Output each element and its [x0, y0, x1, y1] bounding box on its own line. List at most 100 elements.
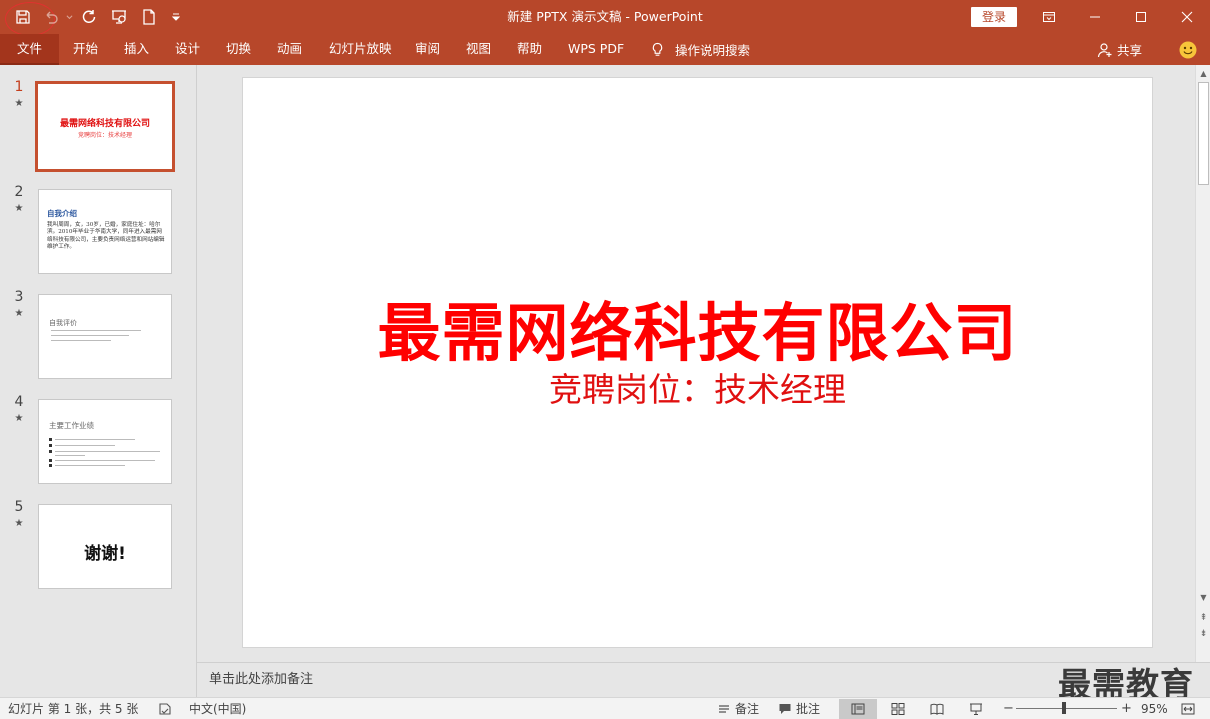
new-document-icon — [143, 9, 155, 25]
vertical-scrollbar[interactable]: ▲ ▼ ⇞ ⇟ — [1195, 65, 1210, 662]
tab-wps-pdf[interactable]: WPS PDF — [568, 34, 624, 65]
zoom-in-button[interactable]: + — [1121, 698, 1132, 719]
zoom-slider-thumb[interactable] — [1062, 702, 1066, 714]
slide-number: 4 — [14, 394, 24, 410]
ribbon-display-icon — [1043, 12, 1055, 22]
customize-dropdown-icon — [172, 13, 180, 21]
slide-subtitle[interactable]: 竞聘岗位：技术经理 — [243, 363, 1152, 411]
comments-label: 批注 — [796, 702, 821, 716]
comments-button[interactable]: 批注 — [778, 698, 820, 719]
status-bar: 幻灯片 第 1 张，共 5 张 中文(中国) 备注 批注 − + 95% — [0, 697, 1210, 719]
slide-thumbnail-1[interactable]: 最需网络科技有限公司 竞聘岗位：技术经理 — [35, 81, 175, 172]
slide-sorter-view-button[interactable] — [879, 699, 917, 719]
slideshow-view-button[interactable] — [957, 699, 995, 719]
share-button[interactable]: 共享 — [1097, 34, 1142, 65]
thumbnail-subtitle: 竞聘岗位：技术经理 — [77, 132, 132, 139]
undo-button[interactable] — [38, 2, 64, 32]
notes-placeholder[interactable]: 单击此处添加备注 — [209, 663, 313, 696]
thumbnail-body: 我叫周周，女，30岁，已婚，家庭住址：哈尔滨。2010年毕业于华南大学，同年进入… — [47, 222, 165, 250]
normal-view-button[interactable] — [839, 699, 877, 719]
bullet-icon — [49, 450, 52, 453]
save-button[interactable] — [8, 2, 38, 32]
bullet-icon — [49, 444, 52, 447]
tell-me-label: 操作说明搜索 — [675, 43, 751, 58]
previous-slide-icon[interactable]: ⇞ — [1196, 611, 1210, 625]
tab-view[interactable]: 视图 — [466, 34, 491, 65]
notes-toggle-label: 备注 — [735, 702, 760, 716]
current-slide[interactable]: 最需网络科技有限公司 竞聘岗位：技术经理 — [242, 77, 1153, 648]
next-slide-icon[interactable]: ⇟ — [1196, 627, 1210, 641]
slide-thumbnail-5[interactable]: 谢谢! — [38, 504, 172, 589]
thumbnail-text-line — [51, 340, 111, 341]
title-bar: 新建 PPTX 演示文稿 - PowerPoint 登录 — [0, 0, 1210, 36]
slide-thumbnail-3[interactable]: 自我评价 — [38, 294, 172, 379]
repeat-icon — [82, 10, 96, 23]
login-button[interactable]: 登录 — [971, 7, 1017, 27]
slideshow-from-start-button[interactable] — [104, 2, 134, 32]
slide-number: 3 — [14, 289, 24, 305]
slide-thumbnail-2[interactable]: 自我介绍 我叫周周，女，30岁，已婚，家庭住址：哈尔滨。2010年毕业于华南大学… — [38, 189, 172, 274]
slide-thumbnail-4[interactable]: 主要工作业绩 — [38, 399, 172, 484]
language-status[interactable]: 中文(中国) — [189, 698, 246, 719]
tab-transitions[interactable]: 切换 — [226, 34, 251, 65]
spelling-check-button[interactable] — [158, 698, 172, 719]
minimize-icon — [1090, 16, 1100, 18]
slide-title[interactable]: 最需网络科技有限公司 — [243, 283, 1152, 374]
zoom-slider[interactable] — [1016, 708, 1117, 709]
reading-view-button[interactable] — [918, 699, 956, 719]
maximize-button[interactable] — [1118, 0, 1164, 34]
thumbnail-heading: 自我介绍 — [47, 209, 77, 218]
book-icon — [930, 703, 944, 715]
ribbon-tabs: 文件 开始 插入 设计 切换 动画 幻灯片放映 审阅 视图 帮助 WPS PDF… — [0, 34, 1210, 65]
tab-review[interactable]: 审阅 — [415, 34, 440, 65]
slideshow-icon — [970, 703, 982, 715]
animation-star-icon: ★ — [14, 98, 24, 109]
tab-home[interactable]: 开始 — [73, 34, 98, 65]
share-label: 共享 — [1117, 43, 1143, 58]
tab-help[interactable]: 帮助 — [517, 34, 542, 65]
chevron-down-icon — [66, 14, 72, 19]
presentation-icon — [112, 10, 126, 24]
ribbon-display-options-button[interactable] — [1026, 0, 1072, 34]
save-icon — [16, 10, 30, 24]
minimize-button[interactable] — [1072, 0, 1118, 34]
tab-design[interactable]: 设计 — [175, 34, 200, 65]
thumbnail-text-line — [51, 335, 129, 336]
maximize-icon — [1136, 12, 1146, 22]
tab-animations[interactable]: 动画 — [277, 34, 302, 65]
spell-check-icon — [159, 703, 171, 715]
thumbnail-text-line — [55, 439, 135, 440]
smiley-feedback-icon[interactable] — [1179, 41, 1197, 59]
animation-star-icon: ★ — [14, 308, 24, 319]
zoom-level[interactable]: 95% — [1141, 698, 1168, 719]
grid-view-icon — [891, 703, 905, 715]
thumbnail-text-line — [55, 460, 155, 461]
customize-qat-button[interactable] — [164, 2, 188, 32]
animation-star-icon: ★ — [14, 518, 24, 529]
scroll-down-arrow-icon[interactable]: ▼ — [1196, 591, 1210, 605]
tab-slideshow[interactable]: 幻灯片放映 — [329, 34, 392, 65]
tell-me-search[interactable]: 操作说明搜索 — [650, 34, 750, 65]
slide-number: 1 — [14, 79, 24, 95]
thumbnail-title: 最需网络科技有限公司 — [59, 119, 150, 129]
undo-dropdown[interactable] — [64, 2, 74, 32]
new-file-button[interactable] — [134, 2, 164, 32]
lightbulb-icon — [652, 42, 663, 56]
scrollbar-thumb[interactable] — [1198, 82, 1209, 185]
notes-icon — [719, 705, 729, 713]
redo-button[interactable] — [74, 2, 104, 32]
tab-file[interactable]: 文件 — [0, 34, 59, 65]
bullet-icon — [49, 464, 52, 467]
scroll-up-arrow-icon[interactable]: ▲ — [1196, 67, 1210, 81]
tab-insert[interactable]: 插入 — [124, 34, 149, 65]
close-button[interactable] — [1164, 0, 1210, 34]
comment-icon — [779, 704, 791, 714]
zoom-out-button[interactable]: − — [1003, 698, 1014, 719]
animation-star-icon: ★ — [14, 413, 24, 424]
notes-toggle-button[interactable]: 备注 — [717, 698, 759, 719]
bullet-icon — [49, 459, 52, 462]
fit-slide-button[interactable] — [1181, 698, 1195, 719]
thumbnail-text-line — [51, 330, 141, 331]
thumbnail-heading: 主要工作业绩 — [49, 421, 94, 430]
thumbnail-text-line — [55, 445, 115, 446]
